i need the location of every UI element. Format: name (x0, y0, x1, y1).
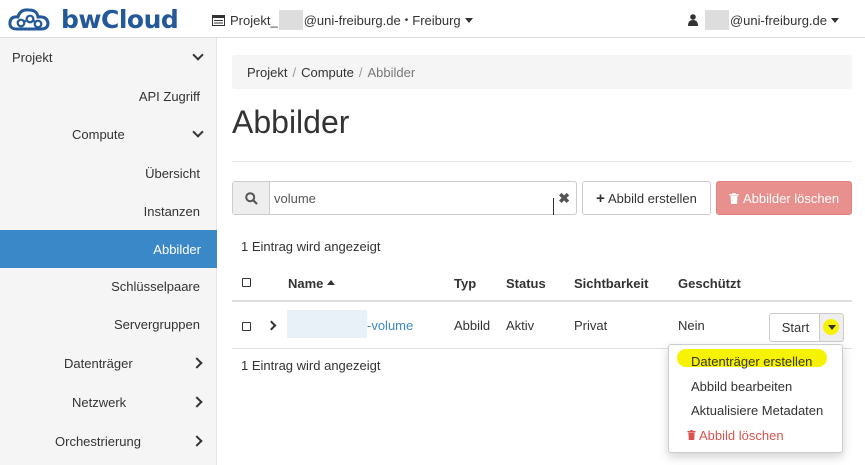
search-input[interactable] (271, 182, 551, 214)
chevron-right-icon (191, 435, 203, 447)
select-all-checkbox[interactable] (242, 278, 251, 287)
caret-down-icon (464, 17, 473, 23)
chevron-down-icon (192, 126, 204, 138)
sidebar-item-label: Netzwerk (72, 394, 127, 410)
image-name-link[interactable]: -volume (367, 318, 413, 333)
redacted-block (704, 10, 729, 30)
delete-images-button[interactable]: Abbilder löschen (716, 181, 852, 215)
sidebar-item-label: Übersicht (145, 165, 200, 181)
column-name[interactable]: Name (288, 276, 336, 291)
cloud-logo-icon (8, 8, 50, 31)
sidebar-item-datentraeger[interactable]: Datenträger (64, 344, 203, 382)
top-navbar: bwCloud Projekt_ @uni-freiburg.de • Frei… (0, 0, 865, 38)
project-selector[interactable]: Projekt_ @uni-freiburg.de • Freiburg (212, 10, 473, 30)
actions-dropdown-toggle[interactable] (819, 313, 844, 342)
sidebar-item-schluesselpaare[interactable]: Schlüsselpaare (111, 267, 200, 305)
create-image-label: Abbild erstellen (607, 190, 697, 206)
sidebar-item-label: Servergruppen (114, 316, 200, 332)
region-name: Freiburg (412, 12, 461, 28)
title-divider (232, 161, 852, 162)
sidebar-item-label: Instanzen (143, 203, 200, 219)
chevron-right-icon (191, 357, 203, 369)
region-separator: • (404, 14, 409, 26)
sidebar-item-label: Schlüsselpaare (111, 278, 200, 294)
breadcrumb-separator: / (358, 64, 363, 80)
expand-row-icon[interactable] (266, 320, 277, 331)
column-geschuetzt[interactable]: Geschützt (678, 276, 741, 291)
chevron-right-icon (191, 396, 203, 408)
delete-images-label: Abbilder löschen (742, 190, 840, 206)
trash-icon (729, 192, 739, 204)
project-prefix: Projekt_ (230, 12, 278, 28)
item-count-top: 1 Eintrag wird angezeigt (241, 239, 381, 254)
cell-status: Aktiv (506, 318, 535, 333)
sidebar-item-label: Projekt (12, 49, 53, 65)
user-domain: @uni-freiburg.de (729, 12, 827, 28)
sidebar-item-orchestrierung[interactable]: Orchestrierung (55, 422, 203, 460)
redacted-block (278, 10, 303, 30)
sidebar-item-api-zugriff[interactable]: API Zugriff (139, 77, 200, 115)
sidebar-item-projekt[interactable]: Projekt (12, 38, 204, 76)
brand-logo[interactable]: bwCloud (7, 4, 179, 34)
brand-name: bwCloud (61, 4, 179, 34)
start-button[interactable]: Start (769, 313, 822, 342)
sidebar: Projekt API Zugriff Compute Übersicht In… (0, 38, 217, 465)
table-row: -volume Abbild Aktiv Privat Nein Start (232, 303, 852, 349)
breadcrumb-separator: / (292, 64, 297, 80)
sidebar-item-abbilder[interactable]: Abbilder (0, 230, 217, 268)
text-cursor (553, 198, 554, 215)
row-actions-menu: Datenträger erstellen Abbild bearbeiten … (668, 344, 843, 453)
chevron-down-icon (192, 49, 204, 61)
sidebar-item-label: Orchestrierung (55, 433, 141, 449)
search-addon[interactable] (233, 182, 270, 214)
breadcrumb-compute[interactable]: Compute (301, 65, 354, 80)
menu-item-create-volume[interactable]: Datenträger erstellen (691, 354, 812, 369)
menu-item-edit-image[interactable]: Abbild bearbeiten (691, 379, 792, 394)
column-typ[interactable]: Typ (454, 276, 476, 291)
trash-icon (687, 430, 696, 440)
sidebar-item-servergruppen[interactable]: Servergruppen (114, 305, 200, 343)
menu-item-update-metadata[interactable]: Aktualisiere Metadaten (691, 403, 823, 418)
sort-asc-icon (327, 280, 336, 286)
breadcrumb-projekt[interactable]: Projekt (247, 65, 287, 80)
cell-geschuetzt: Nein (678, 318, 705, 333)
row-checkbox[interactable] (242, 322, 251, 331)
menu-item-delete-image[interactable]: Abbild löschen (687, 428, 784, 443)
cell-typ: Abbild (454, 318, 491, 333)
breadcrumb-current: Abbilder (367, 64, 416, 80)
column-label: Name (288, 276, 324, 291)
sidebar-item-label: Datenträger (64, 355, 133, 371)
column-sichtbarkeit[interactable]: Sichtbarkeit (574, 276, 648, 291)
project-domain: @uni-freiburg.de (303, 12, 401, 28)
sidebar-item-label: Abbilder (153, 241, 201, 257)
clear-search-icon[interactable]: ✖ (558, 190, 570, 207)
table-header: Name Typ Status Sichtbarkeit Geschützt (232, 264, 852, 302)
column-status[interactable]: Status (506, 276, 546, 291)
item-count-bottom: 1 Eintrag wird angezeigt (241, 358, 381, 373)
search-icon (244, 191, 258, 205)
breadcrumb: Projekt / Compute / Abbilder (232, 55, 852, 89)
cell-sichtbarkeit: Privat (574, 318, 608, 333)
redacted-block (287, 310, 367, 338)
sidebar-item-compute[interactable]: Compute (72, 115, 204, 153)
user-icon (687, 14, 698, 26)
page-title: Abbilder (232, 104, 350, 140)
create-image-button[interactable]: + Abbild erstellen (582, 181, 711, 215)
caret-down-icon (827, 325, 836, 330)
menu-item-label: Abbild löschen (699, 428, 784, 443)
search-box: ✖ (232, 181, 577, 215)
sidebar-item-label: Compute (72, 126, 125, 142)
sidebar-item-netzwerk[interactable]: Netzwerk (72, 383, 203, 421)
project-list-icon (212, 14, 225, 26)
sidebar-item-uebersicht[interactable]: Übersicht (145, 154, 200, 192)
plus-icon: + (596, 189, 605, 207)
caret-down-icon (831, 17, 839, 23)
sidebar-item-instanzen[interactable]: Instanzen (144, 192, 200, 230)
sidebar-item-label: API Zugriff (138, 88, 200, 104)
user-menu[interactable]: @uni-freiburg.de (687, 10, 839, 30)
